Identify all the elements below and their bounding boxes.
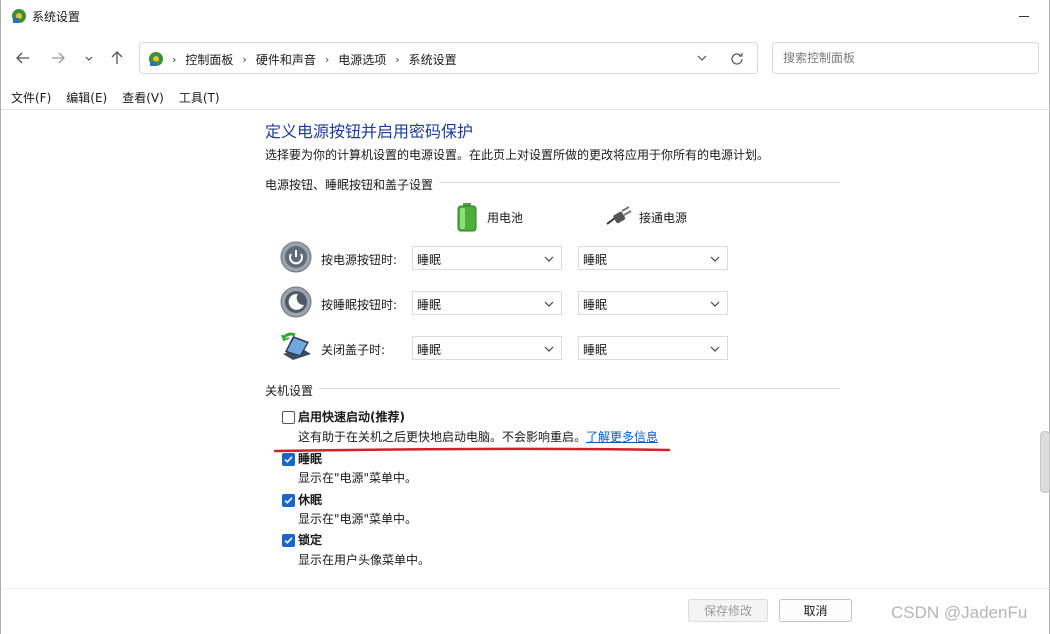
breadcrumb-separator-icon[interactable]: ›	[325, 53, 329, 66]
chevron-down-icon	[710, 256, 720, 262]
checkmark-icon	[284, 537, 293, 544]
menu-file[interactable]: 文件(F)	[6, 88, 56, 108]
checkmark-icon	[284, 497, 293, 504]
sleep-button-label: 按睡眠按钮时:	[321, 298, 398, 312]
page-description: 选择要为你的计算机设置的电源设置。在此页上对设置所做的更改将应用于你所有的电源计…	[265, 148, 770, 162]
select-value: 睡眠	[583, 298, 608, 312]
menu-tools[interactable]: 工具(T)	[174, 88, 225, 108]
menu-edit[interactable]: 编辑(E)	[61, 88, 112, 108]
close-lid-plugged-select[interactable]: 睡眠	[578, 336, 728, 360]
sleep-button-battery-select[interactable]: 睡眠	[412, 291, 562, 315]
search-input[interactable]	[781, 50, 1035, 66]
refresh-icon[interactable]	[729, 51, 745, 67]
title-bar: 系统设置	[1, 0, 1050, 34]
chevron-down-icon	[544, 346, 554, 352]
back-arrow-icon[interactable]	[11, 46, 35, 70]
close-lid-label: 关闭盖子时:	[321, 343, 386, 357]
breadcrumb-item[interactable]: 电源选项	[338, 51, 386, 68]
scrollbar-thumb[interactable]	[1040, 431, 1050, 493]
sleep-option-description: 显示在"电源"菜单中。	[298, 471, 418, 485]
breadcrumb-item[interactable]: 系统设置	[409, 51, 457, 68]
navigation-bar: › 控制面板 › 硬件和声音 › 电源选项 › 系统设置	[1, 40, 1050, 78]
sleep-checkbox[interactable]	[282, 453, 295, 466]
control-panel-icon	[12, 9, 26, 23]
section-divider	[265, 388, 840, 389]
fast-startup-checkbox[interactable]	[282, 411, 295, 424]
power-section-heading: 电源按钮、睡眠按钮和盖子设置	[265, 176, 440, 193]
fast-startup-title: 启用快速启动(推荐)	[298, 410, 405, 424]
breadcrumb-separator-icon[interactable]: ›	[172, 53, 176, 66]
lock-checkbox[interactable]	[282, 534, 295, 547]
cancel-button[interactable]: 取消	[779, 599, 852, 622]
address-history-chevron-icon[interactable]	[695, 51, 709, 65]
lock-option-description: 显示在用户头像菜单中。	[298, 553, 431, 567]
power-button-plugged-select[interactable]: 睡眠	[578, 246, 728, 270]
chevron-down-icon	[544, 256, 554, 262]
plugged-column-label: 接通电源	[639, 210, 688, 225]
battery-column-label: 用电池	[487, 210, 524, 225]
forward-arrow-icon[interactable]	[46, 46, 70, 70]
power-button-icon	[280, 241, 312, 273]
plugged-column-header: 接通电源	[605, 202, 687, 232]
menu-view[interactable]: 查看(V)	[117, 88, 169, 108]
sleep-button-icon	[280, 286, 312, 318]
chevron-down-icon	[544, 301, 554, 307]
address-bar[interactable]: › 控制面板 › 硬件和声音 › 电源选项 › 系统设置	[139, 42, 758, 74]
breadcrumb-item[interactable]: 控制面板	[185, 51, 233, 68]
footer-divider	[1, 588, 1050, 589]
up-arrow-icon[interactable]	[105, 46, 129, 70]
power-plug-icon	[606, 206, 632, 225]
close-lid-battery-select[interactable]: 睡眠	[412, 336, 562, 360]
search-box[interactable]	[772, 42, 1039, 74]
breadcrumb-separator-icon[interactable]: ›	[242, 53, 246, 66]
fast-startup-description: 这有助于在关机之后更快地启动电脑。不会影响重启。了解更多信息	[298, 428, 658, 445]
lock-option-title: 锁定	[298, 533, 323, 547]
chevron-down-icon	[710, 301, 720, 307]
shutdown-section-heading: 关机设置	[265, 382, 320, 399]
select-value: 睡眠	[417, 253, 442, 267]
red-annotation-underline	[273, 447, 671, 453]
select-value: 睡眠	[417, 298, 442, 312]
breadcrumb-item[interactable]: 硬件和声音	[256, 51, 316, 68]
sleep-button-plugged-select[interactable]: 睡眠	[578, 291, 728, 315]
battery-column-header: 用电池	[453, 202, 523, 232]
sleep-option-title: 睡眠	[298, 452, 323, 466]
page-title: 定义电源按钮并启用密码保护	[265, 122, 474, 141]
fast-startup-description-text: 这有助于在关机之后更快地启动电脑。不会影响重启。	[298, 430, 587, 444]
select-value: 睡眠	[583, 253, 608, 267]
minimize-button[interactable]	[997, 0, 1043, 32]
recent-chevron-down-icon[interactable]	[77, 46, 101, 70]
checkmark-icon	[284, 456, 293, 463]
save-changes-button[interactable]: 保存修改	[688, 599, 768, 622]
window: 系统设置 › 控制面板 › 硬件和声音 › 电源选项 › 系统设置 搜索控制面板…	[0, 0, 1050, 634]
select-value: 睡眠	[583, 343, 608, 357]
hibernate-option-description: 显示在"电源"菜单中。	[298, 512, 418, 526]
hibernate-checkbox[interactable]	[282, 494, 295, 507]
battery-icon	[457, 203, 477, 232]
menu-bar: 文件(F) 编辑(E) 查看(V) 工具(T)	[1, 88, 225, 108]
power-button-battery-select[interactable]: 睡眠	[412, 246, 562, 270]
learn-more-link[interactable]: 了解更多信息	[586, 430, 658, 444]
select-value: 睡眠	[417, 343, 442, 357]
main-content: 定义电源按钮并启用密码保护 选择要为你的计算机设置的电源设置。在此页上对设置所做…	[1, 110, 1050, 588]
breadcrumb-separator-icon[interactable]: ›	[395, 53, 399, 66]
control-panel-icon	[149, 52, 163, 66]
window-title: 系统设置	[32, 10, 81, 24]
laptop-lid-icon	[281, 332, 311, 360]
hibernate-option-title: 休眠	[298, 493, 323, 507]
power-button-label: 按电源按钮时:	[321, 253, 398, 267]
watermark: CSDN @JadenFu	[891, 603, 1028, 622]
breadcrumb: › 控制面板 › 硬件和声音 › 电源选项 › 系统设置	[172, 51, 457, 68]
chevron-down-icon	[710, 346, 720, 352]
